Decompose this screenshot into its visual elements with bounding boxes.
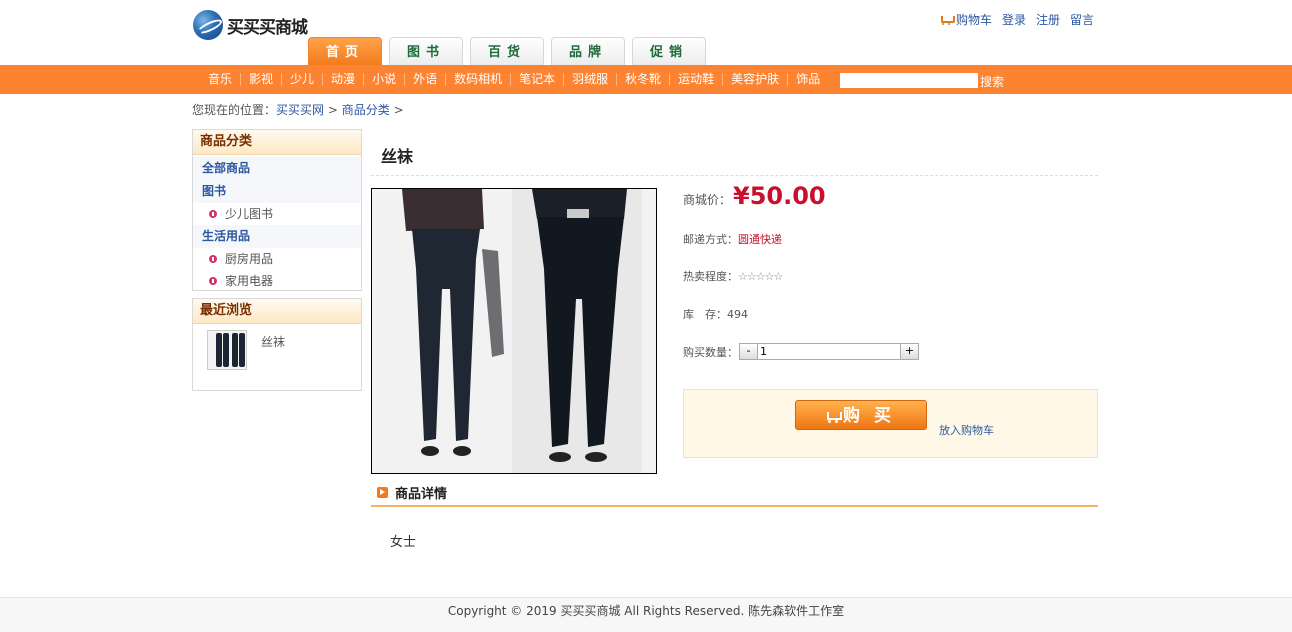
category-link-languages[interactable]: 外语: [405, 73, 447, 86]
popularity-label: 热卖程度：: [683, 270, 738, 283]
sidebar-item-kitchen[interactable]: 厨房用品: [193, 248, 361, 270]
category-link-jewelry[interactable]: 饰品: [788, 73, 828, 86]
cart-link-label: 购物车: [955, 13, 992, 27]
arrow-icon: [377, 487, 388, 498]
category-link-sneakers[interactable]: 运动鞋: [670, 73, 724, 86]
thumbnail-leg: [239, 333, 245, 367]
breadcrumb-sep: >: [327, 103, 338, 117]
quantity-decrease-button[interactable]: -: [739, 343, 758, 360]
search-button[interactable]: 搜索: [980, 73, 1004, 90]
sidebar-item-label: 家用电器: [225, 274, 274, 288]
register-link[interactable]: 注册: [1036, 11, 1060, 28]
recent-item[interactable]: 丝袜: [193, 324, 361, 392]
details-heading: 商品详情: [377, 483, 447, 502]
quantity-label: 购买数量：: [683, 346, 738, 359]
price-row: 商城价： ¥50.00: [683, 182, 826, 210]
add-to-cart-link[interactable]: 放入购物车: [939, 422, 994, 438]
main-tabs: 首页 图书 百货 品牌 促销: [308, 37, 706, 66]
category-link-downjackets[interactable]: 羽绒服: [564, 73, 618, 86]
details-text: 女士: [390, 535, 417, 550]
sidebar-item-appliances[interactable]: 家用电器: [193, 270, 361, 292]
shipping-label: 邮递方式：: [683, 233, 738, 246]
breadcrumb-home[interactable]: 买买买网: [276, 103, 324, 117]
category-link-anime[interactable]: 动漫: [323, 73, 365, 86]
tab-department[interactable]: 百货: [470, 37, 544, 65]
logo-text: 买买买商城: [227, 17, 308, 38]
category-link-boots[interactable]: 秋冬靴: [617, 73, 671, 86]
thumbnail-leg: [232, 333, 238, 367]
thumbnail-leg: [216, 333, 222, 367]
globe-logo-icon: [193, 10, 223, 40]
search-input[interactable]: [840, 73, 978, 88]
buy-button[interactable]: 购买: [795, 400, 927, 430]
popularity-row: 热卖程度：☆☆☆☆☆: [683, 268, 783, 284]
sidebar-item-label: 少儿图书: [225, 207, 274, 221]
details-divider: [371, 505, 1098, 507]
category-link-kids[interactable]: 少儿: [282, 73, 324, 86]
quantity-stepper: - 1 +: [739, 343, 919, 360]
tab-promotions[interactable]: 促销: [632, 37, 706, 65]
breadcrumb-sep: >: [393, 103, 404, 117]
product-price: ¥50.00: [733, 182, 826, 210]
recent-item-name[interactable]: 丝袜: [261, 333, 285, 392]
stock-value: 494: [727, 308, 748, 321]
quantity-increase-button[interactable]: +: [900, 343, 919, 360]
tab-home[interactable]: 首页: [308, 37, 382, 66]
tab-brands[interactable]: 品牌: [551, 37, 625, 65]
category-link-beauty[interactable]: 美容护肤: [723, 73, 789, 86]
login-link[interactable]: 登录: [1002, 11, 1026, 28]
breadcrumb-prefix: 您现在的位置：: [192, 103, 277, 117]
product-photo-illustration: [372, 189, 656, 473]
thumbnail-leg: [223, 333, 229, 367]
title-divider: [371, 175, 1098, 176]
breadcrumb-category[interactable]: 商品分类: [342, 103, 390, 117]
category-link-video[interactable]: 影视: [241, 73, 283, 86]
breadcrumb: 您现在的位置：买买买网 > 商品分类 >: [192, 101, 404, 118]
purchase-panel: 购买 放入购物车: [683, 389, 1098, 458]
category-box-title: 商品分类: [193, 130, 361, 155]
bullet-icon: [209, 277, 217, 285]
sidebar-item-books[interactable]: 图书: [193, 180, 361, 203]
top-links: 购物车 登录 注册 留言: [940, 11, 1094, 28]
sidebar-item-kids-books[interactable]: 少儿图书: [193, 203, 361, 225]
recent-box: 最近浏览 丝袜: [192, 298, 362, 391]
cart-icon: [940, 15, 955, 25]
category-link-laptops[interactable]: 笔记本: [511, 73, 565, 86]
category-list: 全部商品 图书 少儿图书 生活用品 厨房用品 家用电器: [193, 155, 361, 294]
product-title: 丝袜: [381, 147, 414, 166]
message-link[interactable]: 留言: [1070, 11, 1094, 28]
sidebar-item-daily-goods[interactable]: 生活用品: [193, 225, 361, 248]
shipping-row: 邮递方式：圆通快递: [683, 231, 782, 247]
shipping-method: 圆通快递: [738, 233, 782, 246]
product-image: [371, 188, 657, 474]
footer: Copyright © 2019 买买买商城 All Rights Reserv…: [0, 597, 1292, 632]
cart-link[interactable]: 购物车: [940, 11, 992, 28]
recent-thumbnail[interactable]: [207, 330, 247, 370]
stock-label: 库 存：: [683, 308, 727, 321]
stock-row: 库 存：494: [683, 306, 748, 322]
details-title: 商品详情: [395, 487, 448, 502]
recent-box-title: 最近浏览: [193, 299, 361, 324]
sidebar-item-label: 厨房用品: [225, 252, 274, 266]
popularity-stars: ☆☆☆☆☆: [738, 270, 783, 283]
sidebar-item-all[interactable]: 全部商品: [193, 157, 361, 180]
bullet-icon: [209, 210, 217, 218]
cart-icon: [825, 410, 842, 423]
bullet-icon: [209, 255, 217, 263]
tab-books[interactable]: 图书: [389, 37, 463, 65]
category-bar: 音乐 影视 少儿 动漫 小说 外语 数码相机 笔记本 羽绒服 秋冬靴 运动鞋 美…: [0, 65, 1292, 94]
site-logo[interactable]: 买买买商城: [193, 10, 308, 40]
buy-button-label: 购买: [843, 406, 905, 426]
category-links: 音乐 影视 少儿 动漫 小说 外语 数码相机 笔记本 羽绒服 秋冬靴 运动鞋 美…: [200, 65, 828, 94]
price-label: 商城价：: [683, 193, 732, 207]
category-link-novels[interactable]: 小说: [364, 73, 406, 86]
category-link-cameras[interactable]: 数码相机: [446, 73, 512, 86]
category-link-music[interactable]: 音乐: [200, 73, 242, 86]
quantity-input[interactable]: 1: [758, 343, 900, 360]
category-box: 商品分类 全部商品 图书 少儿图书 生活用品 厨房用品 家用电器: [192, 129, 362, 291]
